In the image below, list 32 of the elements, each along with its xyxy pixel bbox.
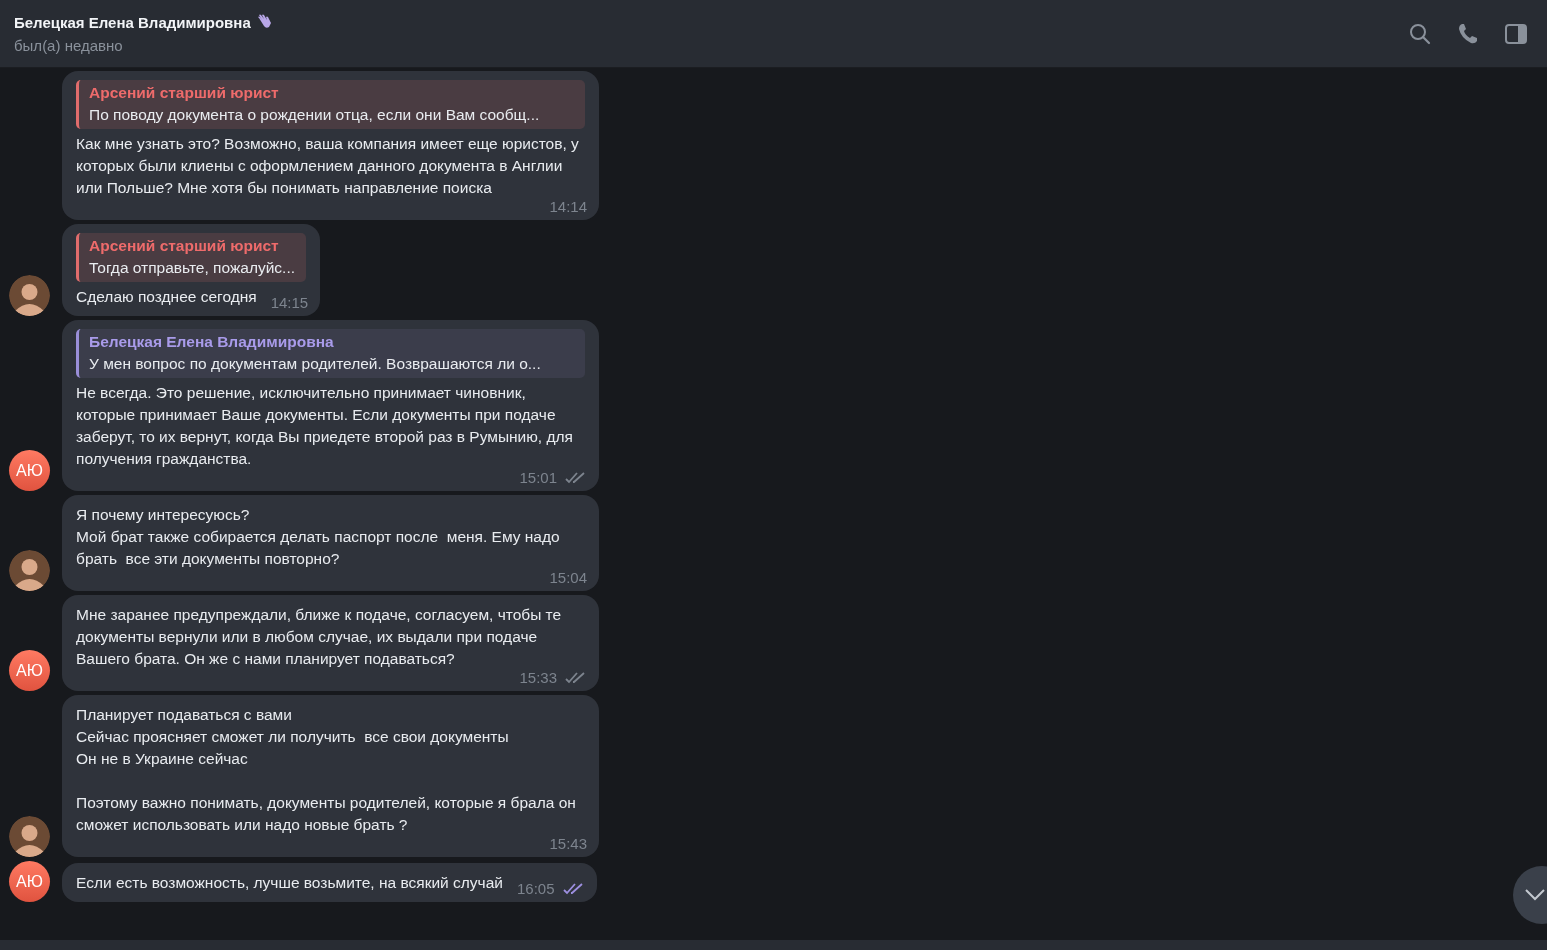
message-text: Если есть возможность, лучше возьмите, на всякий случай bbox=[76, 873, 503, 893]
message-time: 15:43 bbox=[549, 834, 587, 854]
message-time: 14:15 bbox=[270, 293, 309, 313]
message-text: Как мне узнать это? Возможно, ваша компания имеет еще юристов, у которых были клиены с оформлением данного документа в Англии или Польше? Мне хотя бы понимать направление поиска bbox=[76, 134, 580, 198]
quoted-text: Тогда отправьте, пожалуйс... bbox=[89, 258, 297, 278]
contact-name: Белецкая Елена Владимировна bbox=[14, 13, 251, 31]
message-text: Сделаю позднее сегодня bbox=[76, 287, 257, 307]
message-text: Не всегда. Это решение, исключительно принимает чиновник, которые принимает Ваше документы. Если документы при подаче заберут, то их вернут, когда Вы приедете второй раз в Румынию, для получения гражданства. bbox=[76, 383, 574, 469]
quoted-text: У мен вопрос по документам родителей. Возврашаются ли о... bbox=[89, 354, 542, 374]
sidebar-toggle-icon[interactable] bbox=[1505, 23, 1527, 44]
message-text: Мне заранее предупреждали, ближе к подаче, согласуем, чтобы те документы вернули или в любом случае, их выдали при подаче Вашего брата. Он же с нами планирует подаваться? bbox=[76, 605, 563, 669]
phone-icon[interactable] bbox=[1457, 22, 1479, 45]
message-time: 15:01 bbox=[519, 468, 557, 488]
avatar-silhouette[interactable] bbox=[9, 550, 50, 591]
message-text: Планирует подаваться с вами Сейчас проясняет сможет ли получить все свои документы Он не в Украине сейчас Поэтому важно понимать, документы родителей, которые я брала он сможет использовать или надо новые брать ? bbox=[76, 705, 577, 835]
message-time: 15:04 bbox=[549, 568, 587, 588]
chevron-down-icon bbox=[1525, 889, 1545, 901]
reply-quote[interactable]: Арсений старший юрист По поводу документа о рождении отца, если они Вам сообщ... bbox=[76, 80, 585, 129]
quoted-author: Арсений старший юрист bbox=[89, 236, 280, 256]
reply-quote[interactable]: Арсений старший юрист Тогда отправьте, пожалуйс... bbox=[76, 233, 307, 282]
last-seen-status: был(а) недавно bbox=[14, 36, 124, 54]
message-text: Я почему интересуюсь? Мой брат также собирается делать паспорт после меня. Ему надо брать все эти документы повторно? bbox=[76, 505, 561, 569]
message-time: 14:14 bbox=[549, 197, 587, 217]
avatar-silhouette[interactable] bbox=[9, 275, 50, 316]
search-icon[interactable] bbox=[1409, 22, 1431, 45]
message-time: 15:33 bbox=[519, 668, 557, 688]
reply-quote[interactable]: Белецкая Елена Владимировна У мен вопрос по документам родителей. Возврашаются ли о... bbox=[76, 329, 585, 378]
avatar-silhouette[interactable] bbox=[9, 816, 50, 857]
message-time: 16:05 bbox=[516, 879, 555, 899]
quoted-author: Арсений старший юрист bbox=[89, 83, 280, 103]
quoted-author: Белецкая Елена Владимировна bbox=[89, 332, 335, 352]
quoted-text: По поводу документа о рождении отца, если они Вам сообщ... bbox=[89, 105, 541, 125]
